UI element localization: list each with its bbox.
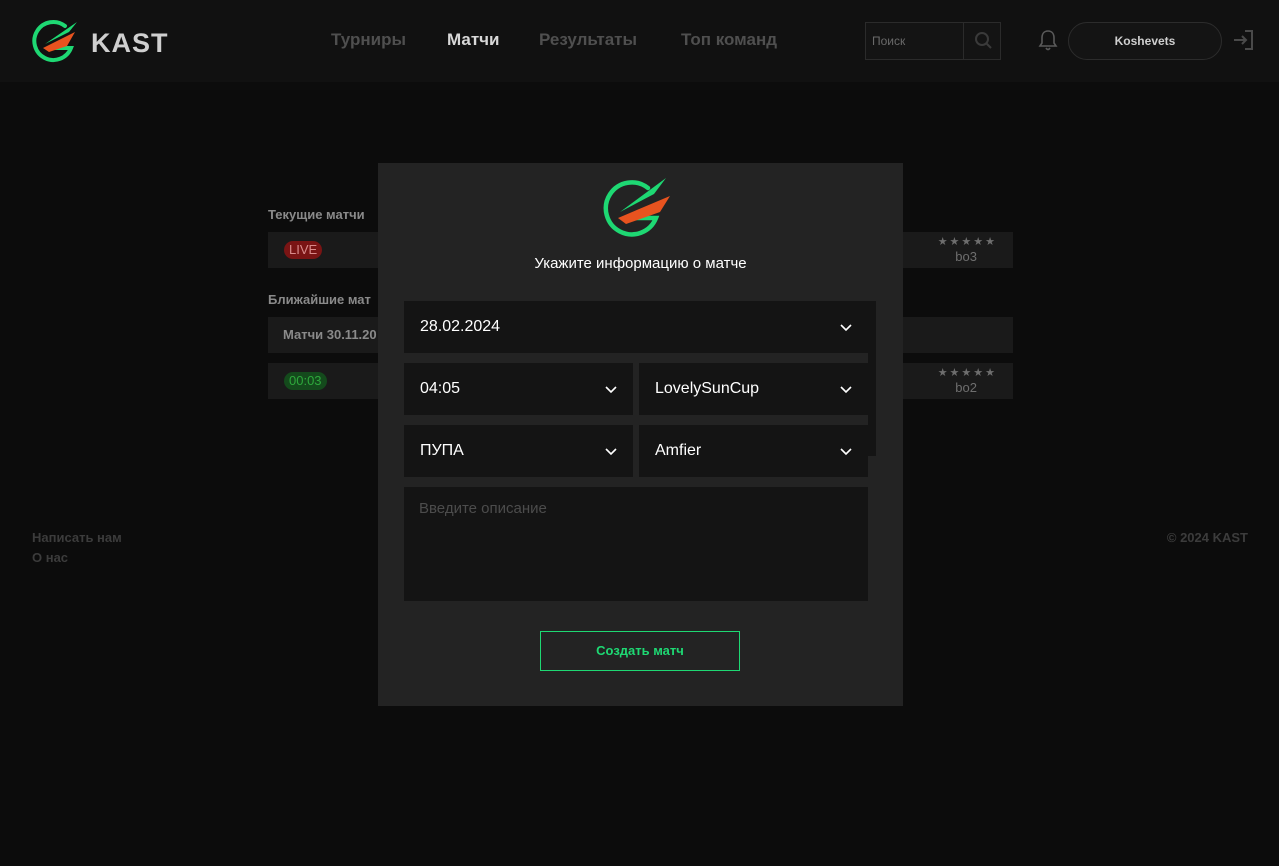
match-format: bo2 <box>955 380 977 395</box>
copyright: © 2024 KAST <box>1166 530 1248 545</box>
team2-select[interactable]: Amfier <box>639 425 868 477</box>
search-box <box>865 22 1001 60</box>
nav-matches[interactable]: Матчи <box>447 30 499 50</box>
footer-about-link[interactable]: О нас <box>32 550 68 565</box>
upcoming-matches-heading: Ближайшие мат <box>268 292 371 307</box>
time-value: 04:05 <box>420 380 461 397</box>
date-group-label: Матчи 30.11.20 <box>283 327 377 342</box>
create-match-button[interactable]: Создать матч <box>540 631 740 671</box>
chevron-down-icon <box>605 386 617 394</box>
notifications-button[interactable] <box>1037 28 1059 52</box>
logout-button[interactable] <box>1232 28 1256 52</box>
user-profile-button[interactable]: Koshevets <box>1068 22 1222 60</box>
rating-stars: ★★★★★ <box>937 367 997 379</box>
chevron-down-icon <box>605 448 617 456</box>
brand-logo[interactable]: KAST <box>31 18 181 64</box>
description-field[interactable] <box>404 487 868 601</box>
brand-name: KAST <box>91 28 169 58</box>
search-input[interactable] <box>866 23 964 59</box>
live-badge: LIVE <box>284 241 323 259</box>
tournament-value: LovelySunCup <box>655 380 760 397</box>
modal-title: Укажите информацию о матче <box>534 255 747 272</box>
team1-value: ПУПА <box>420 442 464 459</box>
create-match-modal: Укажите информацию о матче 28.02.2024 04… <box>378 163 903 706</box>
date-select[interactable]: 28.02.2024 <box>404 301 868 353</box>
nav-tournaments[interactable]: Турниры <box>331 30 406 50</box>
search-button[interactable] <box>965 23 1001 59</box>
rating-stars: ★★★★★ <box>937 236 997 248</box>
chevron-down-icon <box>840 386 852 394</box>
search-icon <box>975 32 992 49</box>
scrollbar[interactable] <box>868 301 876 456</box>
bell-icon <box>1038 30 1058 51</box>
kast-logo-icon <box>32 20 77 62</box>
nav-results[interactable]: Результаты <box>539 30 637 50</box>
date-value: 28.02.2024 <box>420 318 501 335</box>
current-matches-heading: Текущие матчи <box>268 207 365 222</box>
match-format: bo3 <box>955 249 977 264</box>
team1-select[interactable]: ПУПА <box>404 425 633 477</box>
time-select[interactable]: 04:05 <box>404 363 633 415</box>
kast-logo-icon <box>603 178 670 237</box>
header: KAST Турниры Матчи Результаты Топ команд… <box>0 0 1279 82</box>
footer-contact-link[interactable]: Написать нам <box>32 530 122 545</box>
logout-icon <box>1234 30 1253 50</box>
tournament-select[interactable]: LovelySunCup <box>639 363 868 415</box>
match-time-badge: 00:03 <box>284 372 327 390</box>
nav-top-teams[interactable]: Топ команд <box>681 30 777 50</box>
chevron-down-icon <box>840 448 852 456</box>
team2-value: Amfier <box>655 442 702 459</box>
chevron-down-icon <box>840 324 852 332</box>
